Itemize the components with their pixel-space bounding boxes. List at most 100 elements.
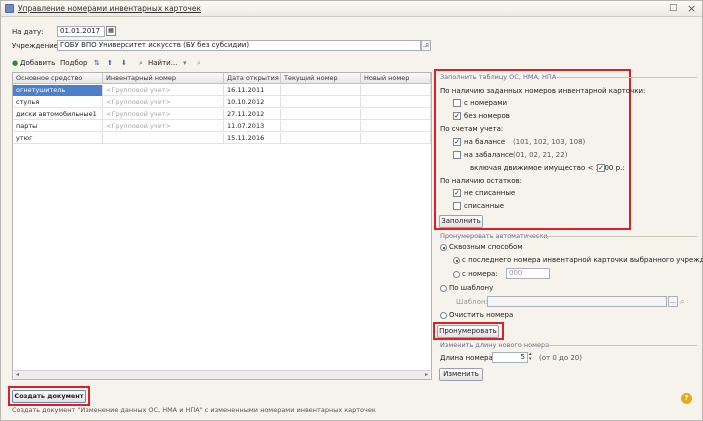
assets-table[interactable]: Основное средство Инвентарный номер Дата…	[12, 72, 432, 380]
from-number-input[interactable]: 000	[506, 268, 550, 279]
cell-asset: утюг	[13, 133, 103, 144]
find-dropdown-icon[interactable]: ▾	[183, 57, 187, 69]
cell-asset: диски автомобильные1	[13, 109, 103, 120]
cell-open-date: 15.11.2016	[224, 133, 281, 144]
by-remains-label: По наличию остатков:	[440, 177, 523, 185]
move-up-icon[interactable]: ⬆	[107, 57, 113, 69]
main-window: Управление номерами инвентарных карточек…	[0, 0, 703, 421]
find-icon[interactable]: ⌕	[139, 57, 143, 69]
by-accounts-label: По счетам учета:	[440, 125, 504, 133]
maximize-icon[interactable]: □	[669, 4, 678, 13]
create-document-button[interactable]: Создать документ	[12, 390, 86, 403]
written-label: списанные	[464, 202, 505, 210]
cell-new-number[interactable]	[361, 85, 431, 96]
date-label: На дату:	[12, 28, 44, 36]
status-text: Создать документ "Изменение данных ОС, Н…	[12, 406, 376, 414]
from-number-radio[interactable]	[453, 271, 460, 278]
cell-open-date: 10.10.2012	[224, 97, 281, 108]
length-group-title: Изменить длину нового номера	[440, 341, 550, 349]
cell-asset: парты	[13, 121, 103, 132]
change-button[interactable]: Изменить	[439, 368, 483, 381]
cell-current-number	[281, 109, 361, 120]
search-icon[interactable]: ⌕	[425, 40, 429, 49]
scroll-left-icon[interactable]: ◂	[16, 371, 19, 378]
off-balance-checkbox[interactable]	[453, 151, 461, 159]
cell-inventory-number: <Групповой учет>	[103, 85, 224, 96]
cell-new-number[interactable]	[361, 97, 431, 108]
length-group-divider	[544, 345, 697, 346]
by-card-label: По наличию заданных номеров инвентарной …	[440, 87, 646, 95]
number-group-divider	[537, 236, 697, 237]
calendar-icon[interactable]: ▦	[106, 26, 116, 36]
length-input[interactable]: 5	[492, 352, 528, 363]
add-button[interactable]: Добавить	[20, 57, 55, 69]
table-row[interactable]: парты <Групповой учет> 11.07.2013	[13, 121, 431, 132]
with-numbers-label: с номерами	[464, 99, 508, 107]
fill-group-divider	[557, 77, 697, 78]
help-icon[interactable]: ?	[681, 393, 692, 404]
on-balance-accounts: (101, 102, 103, 108)	[513, 138, 586, 146]
table-row[interactable]: огнетушитель <Групповой учет> 16.11.2011	[13, 85, 431, 96]
cell-inventory-number	[103, 133, 224, 144]
template-search-icon[interactable]: ⌕	[680, 297, 684, 306]
cell-open-date: 27.11.2012	[224, 109, 281, 120]
sort-icon[interactable]: ⇅	[94, 57, 100, 69]
movable-checkbox[interactable]: ✓	[597, 164, 605, 172]
column-header-current-number[interactable]: Текущий номер	[281, 73, 361, 84]
template-input[interactable]	[487, 296, 667, 307]
find-button[interactable]: Найти...	[148, 57, 177, 69]
org-input[interactable]: ГОБУ ВПО Университет искусств (БУ без су…	[57, 40, 421, 51]
table-row[interactable]: диски автомобильные1 <Групповой учет> 27…	[13, 109, 431, 120]
column-header-new-number[interactable]: Новый номер	[361, 73, 431, 84]
on-balance-checkbox[interactable]: ✓	[453, 138, 461, 146]
through-label: Сквозным способом	[449, 243, 523, 251]
not-written-label: не списанные	[464, 189, 516, 197]
cell-asset: стулья	[13, 97, 103, 108]
cancel-search-icon[interactable]: ⌕	[197, 57, 201, 69]
length-label: Длина номера:	[440, 354, 496, 362]
from-last-radio[interactable]	[453, 257, 460, 264]
scroll-right-icon[interactable]: ▸	[425, 371, 428, 378]
table-row[interactable]: утюг 15.11.2016	[13, 133, 431, 144]
off-balance-accounts: (01, 02, 21, 22)	[513, 151, 568, 159]
cell-open-date: 11.07.2013	[224, 121, 281, 132]
off-balance-label: на забалансе	[464, 151, 514, 159]
clear-radio[interactable]	[440, 312, 447, 319]
cell-new-number[interactable]	[361, 121, 431, 132]
date-input[interactable]: 01.01.2017	[57, 26, 105, 37]
cell-current-number	[281, 133, 361, 144]
length-stepper-icon[interactable]: ▴ ▾	[529, 352, 532, 362]
template-label: Шаблон:	[456, 298, 488, 306]
window-title: Управление номерами инвентарных карточек	[18, 4, 201, 13]
number-group-title: Пронумеровать автоматически	[440, 232, 548, 240]
horizontal-scrollbar[interactable]: ◂ ▸	[14, 370, 430, 379]
cell-current-number	[281, 85, 361, 96]
table-row[interactable]: стулья <Групповой учет> 10.10.2012	[13, 97, 431, 108]
column-header-inventory-number[interactable]: Инвентарный номер	[103, 73, 224, 84]
with-numbers-checkbox[interactable]	[453, 99, 461, 107]
cell-new-number[interactable]	[361, 109, 431, 120]
number-button[interactable]: Пронумеровать	[437, 325, 499, 338]
add-icon[interactable]: ●	[12, 57, 18, 69]
org-label: Учреждение:	[12, 42, 61, 50]
through-radio[interactable]	[440, 244, 447, 251]
by-template-radio[interactable]	[440, 285, 447, 292]
cell-asset: огнетушитель	[13, 85, 103, 96]
close-icon[interactable]: ×	[687, 3, 696, 14]
template-select-button[interactable]: …	[668, 296, 678, 307]
fill-button[interactable]: Заполнить	[439, 215, 483, 228]
column-header-asset[interactable]: Основное средство	[13, 73, 103, 84]
on-balance-label: на балансе	[464, 138, 506, 146]
title-bar: Управление номерами инвентарных карточек…	[1, 1, 702, 17]
cell-new-number[interactable]	[361, 133, 431, 144]
cell-current-number	[281, 97, 361, 108]
move-down-icon[interactable]: ⬇	[121, 57, 127, 69]
without-numbers-checkbox[interactable]: ✓	[453, 112, 461, 120]
column-header-open-date[interactable]: Дата открытия	[224, 73, 281, 84]
written-checkbox[interactable]	[453, 202, 461, 210]
cell-inventory-number: <Групповой учет>	[103, 109, 224, 120]
cell-inventory-number: <Групповой учет>	[103, 97, 224, 108]
select-button[interactable]: Подбор	[60, 57, 87, 69]
not-written-checkbox[interactable]: ✓	[453, 189, 461, 197]
clear-label: Очистить номера	[449, 311, 514, 319]
